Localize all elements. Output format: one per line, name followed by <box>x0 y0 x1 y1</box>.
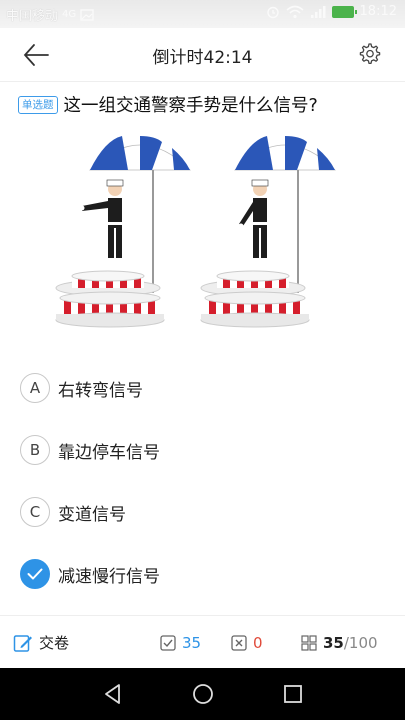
nav-recents-icon[interactable] <box>279 680 307 708</box>
settings-gear-icon[interactable] <box>357 42 381 66</box>
option-a[interactable]: A 右转弯信号 <box>20 371 143 405</box>
current-question: 35 <box>323 633 344 652</box>
clock: 18:12 <box>359 4 397 19</box>
submit-button[interactable]: 交卷 <box>13 616 69 669</box>
carrier-name: 中国移动 <box>6 9 59 24</box>
option-c[interactable]: C 变道信号 <box>20 495 126 529</box>
option-a-letter: A <box>20 373 50 403</box>
option-a-text: 右转弯信号 <box>58 380 143 401</box>
police-figure-1 <box>55 136 191 328</box>
question: 单选题 这一组交通警察手势是什么信号? <box>18 92 395 117</box>
option-d[interactable]: 减速慢行信号 <box>20 557 160 591</box>
wrong-count: 0 <box>253 633 263 652</box>
status-bar: 中国移动 4G 18:12 <box>0 0 405 28</box>
battery-icon <box>331 5 357 18</box>
checkmark-icon <box>20 559 50 589</box>
image-notification-icon <box>80 8 94 21</box>
nav-back-icon[interactable] <box>99 680 127 708</box>
network-type: 4G <box>62 9 77 20</box>
traffic-police-gesture-illustration <box>55 136 336 328</box>
option-b-letter: B <box>20 435 50 465</box>
question-progress: 35/100 <box>323 634 378 652</box>
correct-check-icon <box>160 634 176 651</box>
edit-submit-icon <box>13 634 32 652</box>
total-questions: /100 <box>343 633 378 652</box>
grid-icon <box>301 634 317 651</box>
wrong-counter: 0 <box>231 616 263 669</box>
police-figure-2 <box>200 136 336 328</box>
correct-count: 35 <box>182 633 202 652</box>
option-b[interactable]: B 靠边停车信号 <box>20 433 160 467</box>
system-nav-bar <box>0 668 405 720</box>
correct-counter: 35 <box>160 616 201 669</box>
question-grid-button[interactable]: 35/100 <box>301 616 378 669</box>
nav-home-icon[interactable] <box>189 680 217 708</box>
question-text: 这一组交通警察手势是什么信号? <box>63 96 318 116</box>
wrong-x-icon <box>231 634 247 651</box>
option-d-text: 减速慢行信号 <box>58 566 160 587</box>
option-c-text: 变道信号 <box>58 504 126 525</box>
wifi-icon <box>286 5 304 18</box>
submit-label: 交卷 <box>39 634 70 652</box>
alarm-icon <box>266 6 279 18</box>
app-header: 倒计时42:14 <box>0 28 405 82</box>
option-c-letter: C <box>20 497 50 527</box>
bottom-bar: 交卷 35 0 35/100 <box>0 615 405 668</box>
question-type-tag: 单选题 <box>18 95 58 114</box>
signal-icon <box>310 5 326 18</box>
countdown-title: 倒计时42:14 <box>152 48 253 68</box>
option-b-text: 靠边停车信号 <box>58 442 160 463</box>
